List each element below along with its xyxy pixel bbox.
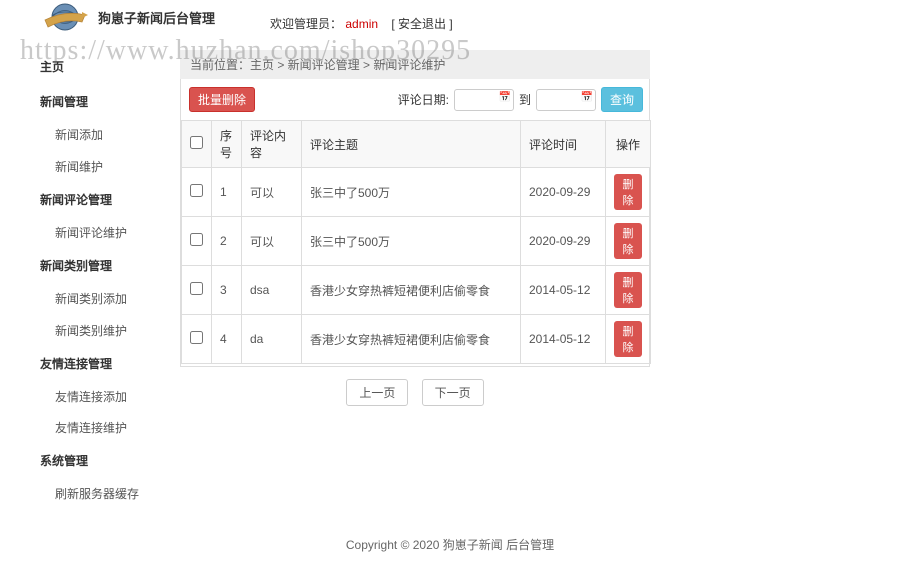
date-from-input[interactable]: [454, 89, 514, 111]
col-topic-header: 评论主题: [302, 121, 521, 168]
sidebar-item-link-add[interactable]: 友情连接添加: [40, 382, 180, 413]
sidebar-item-home[interactable]: 主页: [40, 50, 180, 85]
cell-topic: 张三中了500万: [302, 217, 521, 266]
site-title: 狗崽子新闻后台管理: [98, 8, 215, 27]
sidebar-item-comment-maintain[interactable]: 新闻评论维护: [40, 218, 180, 249]
date-to-input[interactable]: [536, 89, 596, 111]
table-header-row: 序号 评论内容 评论主题 评论时间 操作: [182, 121, 651, 168]
sidebar-item-category-maintain[interactable]: 新闻类别维护: [40, 316, 180, 347]
row-delete-button[interactable]: 删除: [614, 223, 642, 259]
cell-topic: 香港少女穿热裤短裙便利店偷零食: [302, 315, 521, 364]
cell-content: 可以: [242, 217, 302, 266]
to-label: 到: [519, 91, 531, 108]
globe-logo-icon: [40, 0, 90, 35]
table-row: 2可以张三中了500万2020-09-29删除: [182, 217, 651, 266]
cell-content: dsa: [242, 266, 302, 315]
sidebar-item-news-maintain[interactable]: 新闻维护: [40, 152, 180, 183]
row-delete-button[interactable]: 删除: [614, 174, 642, 210]
welcome-prefix: 欢迎管理员：: [270, 17, 342, 31]
cell-time: 2020-09-29: [521, 168, 606, 217]
cell-seq: 2: [212, 217, 242, 266]
cell-topic: 香港少女穿热裤短裙便利店偷零食: [302, 266, 521, 315]
row-checkbox[interactable]: [190, 184, 203, 197]
select-all-checkbox[interactable]: [190, 136, 203, 149]
query-button[interactable]: 查询: [601, 87, 643, 112]
logout-link[interactable]: [ 安全退出 ]: [391, 17, 452, 31]
main-content: 当前位置：主页 > 新闻评论管理 > 新闻评论维护 批量删除 评论日期: 到 查…: [180, 40, 900, 438]
cell-topic: 张三中了500万: [302, 168, 521, 217]
cell-time: 2014-05-12: [521, 315, 606, 364]
sidebar-item-category-add[interactable]: 新闻类别添加: [40, 284, 180, 315]
comments-table: 序号 评论内容 评论主题 评论时间 操作 1可以张三中了500万2020-09-…: [181, 120, 651, 364]
col-content-header: 评论内容: [242, 121, 302, 168]
sidebar-item-system-manage[interactable]: 系统管理: [40, 444, 180, 479]
sidebar: 主页 新闻管理 新闻添加 新闻维护 新闻评论管理 新闻评论维护 新闻类别管理 新…: [0, 40, 180, 511]
date-filter: 评论日期: 到 查询: [398, 87, 643, 112]
sidebar-item-link-manage[interactable]: 友情连接管理: [40, 347, 180, 382]
sidebar-item-link-maintain[interactable]: 友情连接维护: [40, 413, 180, 444]
col-seq-header: 序号: [212, 121, 242, 168]
table-row: 4da香港少女穿热裤短裙便利店偷零食2014-05-12删除: [182, 315, 651, 364]
sidebar-item-news-manage[interactable]: 新闻管理: [40, 85, 180, 120]
admin-name: admin: [345, 17, 378, 31]
next-page-button[interactable]: 下一页: [422, 379, 484, 406]
cell-content: 可以: [242, 168, 302, 217]
pager: 上一页 下一页: [180, 367, 650, 418]
cell-content: da: [242, 315, 302, 364]
row-checkbox[interactable]: [190, 282, 203, 295]
sidebar-item-comment-manage[interactable]: 新闻评论管理: [40, 183, 180, 218]
header: 狗崽子新闻后台管理 欢迎管理员： admin [ 安全退出 ]: [0, 0, 900, 40]
cell-seq: 1: [212, 168, 242, 217]
row-checkbox[interactable]: [190, 233, 203, 246]
filter-label: 评论日期:: [398, 91, 449, 108]
table-row: 3dsa香港少女穿热裤短裙便利店偷零食2014-05-12删除: [182, 266, 651, 315]
cell-time: 2014-05-12: [521, 266, 606, 315]
batch-delete-button[interactable]: 批量删除: [189, 87, 255, 112]
prev-page-button[interactable]: 上一页: [346, 379, 408, 406]
sidebar-item-category-manage[interactable]: 新闻类别管理: [40, 249, 180, 284]
col-time-header: 评论时间: [521, 121, 606, 168]
col-op-header: 操作: [606, 121, 651, 168]
row-delete-button[interactable]: 删除: [614, 321, 642, 357]
row-checkbox[interactable]: [190, 331, 203, 344]
logo-area: 狗崽子新闻后台管理: [40, 0, 215, 35]
sidebar-item-refresh-cache[interactable]: 刷新服务器缓存: [40, 479, 180, 510]
cell-seq: 3: [212, 266, 242, 315]
welcome-bar: 欢迎管理员： admin [ 安全退出 ]: [270, 15, 453, 32]
cell-time: 2020-09-29: [521, 217, 606, 266]
footer: Copyright © 2020 狗崽子新闻 后台管理: [0, 511, 900, 573]
sidebar-item-news-add[interactable]: 新闻添加: [40, 120, 180, 151]
breadcrumb: 当前位置：主页 > 新闻评论管理 > 新闻评论维护: [180, 50, 650, 79]
toolbar: 批量删除 评论日期: 到 查询: [181, 79, 651, 120]
row-delete-button[interactable]: 删除: [614, 272, 642, 308]
table-row: 1可以张三中了500万2020-09-29删除: [182, 168, 651, 217]
cell-seq: 4: [212, 315, 242, 364]
